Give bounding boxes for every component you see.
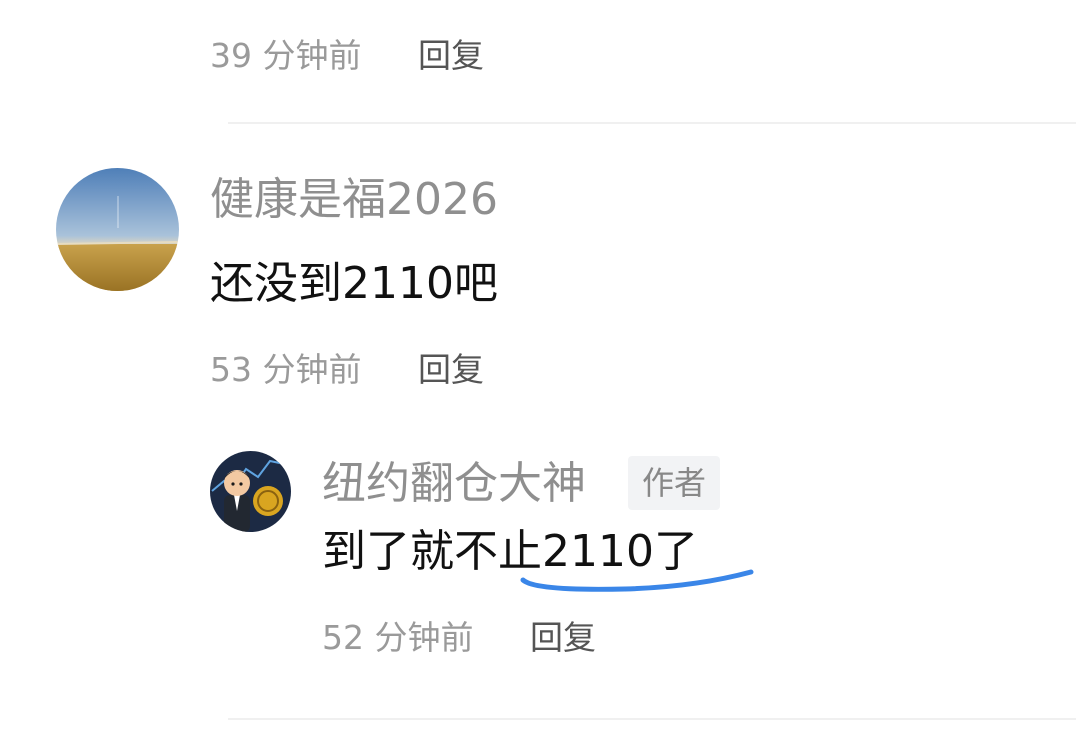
avatar[interactable] [210, 451, 291, 532]
avatar[interactable] [56, 168, 179, 291]
reply-content-text: 到了就不 [322, 526, 498, 577]
reply-button[interactable]: 回复 [418, 350, 484, 390]
hand-drawn-underline [520, 569, 754, 592]
comment-username[interactable]: 健康是福2026 [210, 174, 498, 226]
comment-divider [228, 718, 1076, 720]
reply-timestamp: 52 分钟前 [322, 618, 474, 657]
cartoon-man-avatar-icon [210, 451, 291, 532]
comment-divider [228, 122, 1076, 124]
author-badge: 作者 [628, 456, 721, 510]
landscape-avatar-icon [56, 168, 179, 291]
reply-username[interactable]: 纽约翻仓大神 [322, 458, 586, 510]
reply-button[interactable]: 回复 [418, 36, 484, 76]
reply-button[interactable]: 回复 [530, 618, 596, 658]
comment-content: 还没到2110吧 [210, 258, 498, 309]
comment-timestamp: 53 分钟前 [210, 350, 362, 389]
comment-timestamp: 39 分钟前 [210, 36, 362, 75]
